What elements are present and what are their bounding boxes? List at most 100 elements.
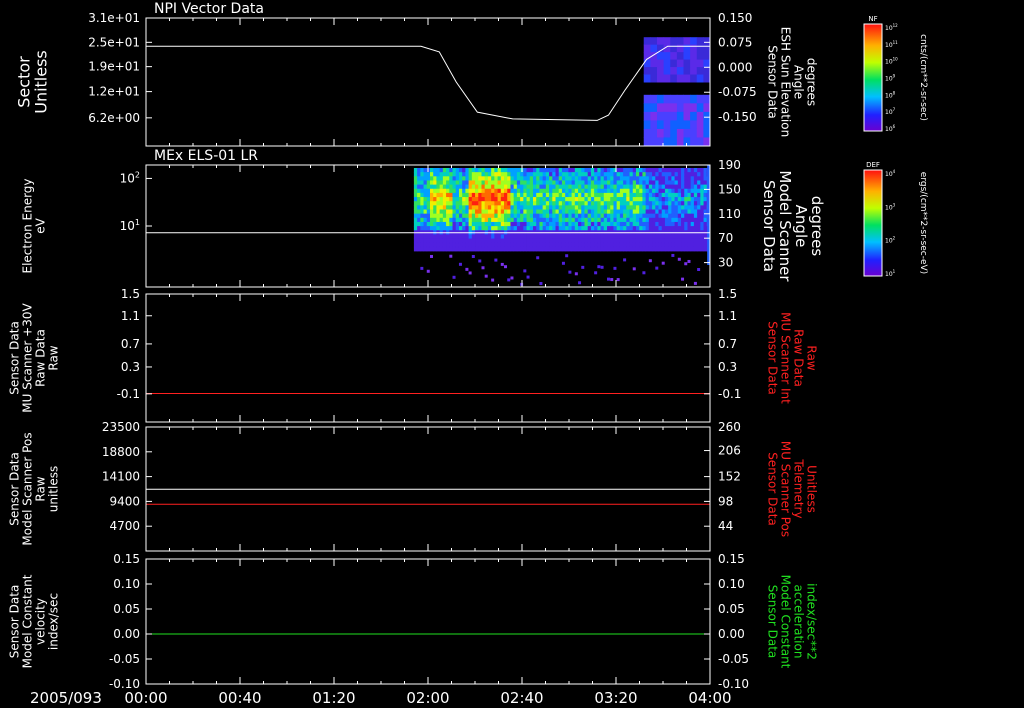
spectrogram-cell xyxy=(690,234,695,239)
spectrogram-cell xyxy=(462,184,466,190)
spectrogram-cell xyxy=(703,111,711,121)
spectrogram-cell xyxy=(661,221,666,227)
spectrogram-cell xyxy=(656,94,665,104)
spectrogram-cell xyxy=(664,221,669,227)
right-label-line: Raw Data xyxy=(792,329,806,387)
spectrogram-cell xyxy=(687,259,691,263)
spectrogram-cell xyxy=(510,192,515,198)
right-tick-label: 0.000 xyxy=(718,60,752,74)
spectrogram-cell xyxy=(523,180,527,185)
spectrogram-cell xyxy=(510,234,515,239)
spectrogram-cell xyxy=(497,192,502,198)
spectrogram-cell xyxy=(607,226,611,231)
spectrogram-cell xyxy=(587,180,592,185)
spectrogram-cell xyxy=(643,74,651,83)
spectrogram-cell xyxy=(417,217,421,223)
spectrogram-cell xyxy=(658,234,663,239)
spectrogram-cell xyxy=(532,184,537,190)
spectrogram-cell xyxy=(523,176,527,181)
plot-frame xyxy=(145,558,711,685)
spectrogram-cell xyxy=(452,205,457,210)
spectrogram-cell xyxy=(507,201,511,206)
spectrogram-cell xyxy=(626,192,630,198)
spectrogram-cell xyxy=(639,238,643,244)
spectrogram-cell xyxy=(426,205,431,210)
spectrogram-cell xyxy=(571,221,576,227)
spectrogram-cell xyxy=(703,37,711,46)
spectrogram-cell xyxy=(481,168,486,173)
spectrogram-cell xyxy=(610,197,614,202)
spectrogram-cell xyxy=(632,221,637,227)
spectrogram-cell xyxy=(603,205,608,210)
spectrogram-cell xyxy=(561,226,566,231)
spectrogram-cell xyxy=(555,213,560,219)
spectrogram-cell xyxy=(555,242,560,248)
spectrogram-cell xyxy=(600,172,605,177)
spectrogram-cell xyxy=(442,221,447,227)
spectrogram-cell xyxy=(452,209,457,215)
spectrogram-cell xyxy=(549,217,553,223)
spectrogram-cell xyxy=(584,246,589,252)
spectrogram-cell xyxy=(478,242,482,248)
spectrogram-cell xyxy=(643,37,651,46)
spectrogram-cell xyxy=(674,192,679,198)
spectrogram-cell xyxy=(549,221,553,227)
spectrogram-cell xyxy=(436,172,441,177)
spectrogram-cell xyxy=(510,276,514,280)
spectrogram-cell xyxy=(671,234,675,239)
spectrogram-cell xyxy=(558,238,563,244)
spectrogram-cell xyxy=(436,205,441,210)
spectrogram-cell xyxy=(687,205,692,210)
spectrogram-cell xyxy=(603,172,608,177)
spectrogram-cell xyxy=(703,242,708,248)
spectrogram-cell xyxy=(458,234,463,239)
spectrogram-cell xyxy=(684,213,688,219)
spectrogram-cell xyxy=(539,168,544,173)
spectrogram-cell xyxy=(578,213,582,219)
spectrogram-cell xyxy=(471,201,476,206)
left-tick-label: 3.1e+01 xyxy=(88,11,140,25)
right-tick-label: 110 xyxy=(718,207,741,221)
spectrogram-cell xyxy=(693,201,698,206)
spectrogram-cell xyxy=(542,217,547,223)
spectrogram-cell xyxy=(655,168,659,173)
spectrogram-cell xyxy=(635,238,640,244)
spectrogram-cell xyxy=(545,172,550,177)
spectrogram-cell xyxy=(526,197,531,202)
spectrogram-cell xyxy=(565,205,569,210)
left-label-line: Model Constant xyxy=(21,574,35,668)
spectrogram-cell xyxy=(578,217,582,223)
left-tick-label: 0.15 xyxy=(113,552,140,566)
spectrogram-cell xyxy=(664,180,669,185)
spectrogram-cell xyxy=(549,192,553,198)
spectrogram-cell xyxy=(565,242,569,248)
spectrogram-cell xyxy=(696,59,704,68)
spectrogram-cell xyxy=(645,221,650,227)
spectrogram-cell xyxy=(703,128,711,138)
spectrogram-cell xyxy=(650,59,658,68)
spectrogram-cell xyxy=(658,180,663,185)
spectrogram-cell xyxy=(504,201,508,206)
spectrogram-cell xyxy=(700,238,704,244)
spectrogram-cell xyxy=(481,172,486,177)
spectrogram-cell xyxy=(668,184,672,190)
spectrogram-cell xyxy=(648,238,653,244)
spectrogram-cell xyxy=(561,192,566,198)
spectrogram-cell xyxy=(671,217,675,223)
spectrogram-cell xyxy=(587,246,592,252)
spectrogram-cell xyxy=(574,192,579,198)
spectrogram-cell xyxy=(484,238,489,244)
spectrogram-cell xyxy=(700,234,704,239)
spectrogram-cell xyxy=(545,246,550,252)
spectrogram-cell xyxy=(491,201,495,206)
tick-exponent: 2 xyxy=(135,170,140,179)
spectrogram-cell xyxy=(635,246,640,252)
spectrogram-cell xyxy=(642,201,647,206)
spectrogram-cell xyxy=(462,168,466,173)
spectrogram-cell xyxy=(446,242,450,248)
right-label-line: Model Scanner xyxy=(776,170,794,282)
spectrogram-cell xyxy=(413,168,418,173)
spectrogram-cell xyxy=(661,184,666,190)
spectrogram-cell xyxy=(545,238,550,244)
spectrogram-cell xyxy=(568,238,573,244)
